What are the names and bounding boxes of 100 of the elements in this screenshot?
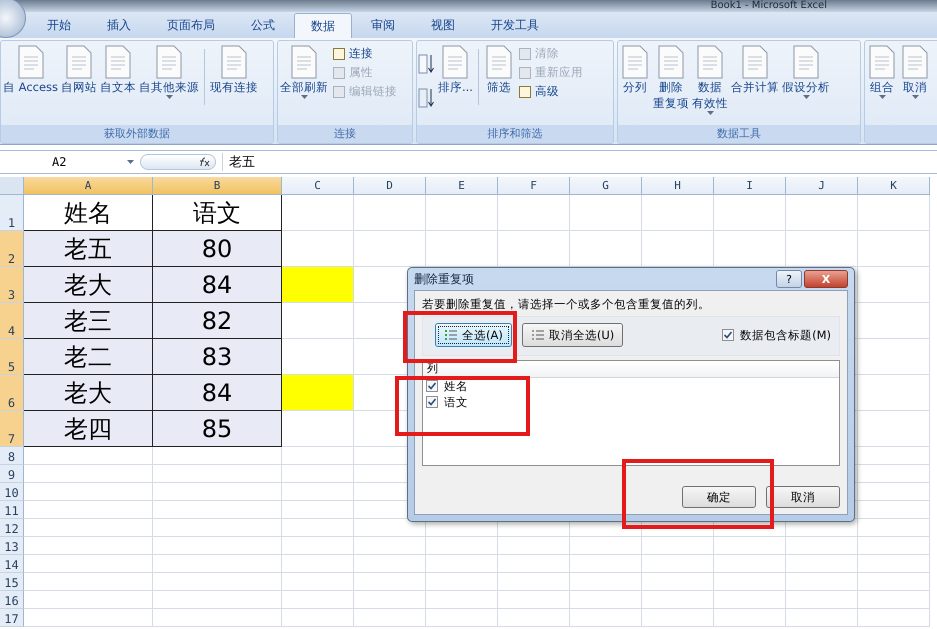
table-cell [498,573,570,591]
table-cell: 85 [153,411,282,447]
table-cell [786,609,858,627]
ribbon-tab[interactable]: 页面布局 [150,12,232,38]
help-button[interactable]: ? [776,270,802,288]
document-icon [791,45,821,79]
ribbon-button[interactable]: 删除 重复项 [652,45,690,111]
table-cell [786,591,858,609]
ribbon-small-button[interactable]: 高级 [516,83,585,100]
ribbon-tab[interactable]: 开始 [30,12,88,38]
ribbon-tab[interactable]: 数据 [294,13,352,38]
ribbon-tab[interactable]: 视图 [414,12,472,38]
column-header[interactable]: F [498,177,570,195]
row-header[interactable]: 14 [0,555,24,573]
row-header[interactable]: 11 [0,501,24,519]
checked-checkbox[interactable] [722,329,734,341]
table-cell: 老二 [24,339,153,375]
column-header[interactable]: H [642,177,714,195]
column-header[interactable]: I [714,177,786,195]
ribbon-tab[interactable]: 审阅 [354,12,412,38]
table-cell: 82 [153,303,282,339]
table-cell [714,573,786,591]
unselect-all-button[interactable]: 取消全选(U) [522,323,624,347]
name-box[interactable]: A2 [0,153,140,171]
row-header[interactable]: 9 [0,465,24,483]
caret-icon [127,160,134,164]
table-cell [570,609,642,627]
ribbon-small-button[interactable]: 连接 [330,45,399,62]
row-header[interactable]: 7 [0,411,24,447]
table-cell [858,411,930,447]
row-header[interactable]: 1 [0,195,24,231]
row-header[interactable]: 3 [0,267,24,303]
table-cell [858,375,930,411]
row-header[interactable]: 15 [0,573,24,591]
list-item[interactable]: 姓名 [444,378,468,394]
checkbox-label: 数据包含标题(M) [740,328,831,342]
ribbon-tab[interactable]: 插入 [90,12,148,38]
row-header[interactable]: 16 [0,591,24,609]
ribbon-button[interactable]: 取消 [899,45,931,99]
ribbon-button[interactable]: 数据 有效性 [691,45,729,115]
checked-checkbox[interactable] [426,396,438,408]
table-cell [354,609,426,627]
row-header[interactable]: 17 [0,609,24,627]
ribbon-button[interactable]: 自其他来源 [138,45,200,99]
table-cell [570,231,642,267]
table-cell [570,573,642,591]
ribbon-button[interactable]: 分列 [619,45,651,95]
column-header[interactable]: A [24,177,153,195]
list-item[interactable]: 语文 [444,394,468,410]
ribbon-tab[interactable]: 开发工具 [474,12,556,38]
table-cell [642,573,714,591]
row-header[interactable]: 4 [0,303,24,339]
row-header[interactable]: 13 [0,537,24,555]
ribbon-tab[interactable]: 公式 [234,12,292,38]
formula-value[interactable]: 老五 [222,153,255,171]
function-icon [197,157,211,167]
column-header[interactable]: K [858,177,930,195]
ribbon-button[interactable]: 自文本 [99,45,138,95]
column-header[interactable]: E [426,177,498,195]
row-header[interactable]: 10 [0,483,24,501]
instruction-text: 若要删除重复值，请选择一个或多个包含重复值的列。 [422,297,711,312]
column-header[interactable]: C [282,177,354,195]
ribbon-button[interactable]: 合并计算 [730,45,780,95]
caret-icon [912,95,918,99]
row-header[interactable]: 8 [0,447,24,465]
column-header[interactable]: D [354,177,426,195]
table-cell [858,231,930,267]
row-header[interactable]: 6 [0,375,24,411]
list-header: 列 [427,362,438,375]
table-cell [858,555,930,573]
document-icon [289,45,319,79]
column-header[interactable]: J [786,177,858,195]
table-cell [858,501,930,519]
select-all-button[interactable]: 全选(A) [435,323,512,347]
table-cell [858,465,930,483]
ribbon-button[interactable]: 组合 [866,45,898,99]
cancel-button[interactable]: 取消 [766,486,840,508]
ribbon-button[interactable]: 自网站 [60,45,98,95]
row-header[interactable]: 5 [0,339,24,375]
row-header[interactable]: 12 [0,519,24,537]
ok-button[interactable]: 确定 [682,486,756,508]
ribbon-button[interactable]: 全部刷新 [279,45,329,99]
group-label: 数据工具 [618,125,860,143]
table-cell [570,537,642,555]
fx-field[interactable] [140,154,216,170]
row-header[interactable]: 2 [0,231,24,267]
table-cell [570,195,642,231]
group-label: 连接 [278,125,412,143]
ribbon-button[interactable]: 自 Access [2,45,60,95]
sort-icon[interactable] [418,87,436,109]
sort-icon[interactable] [418,53,436,75]
column-header[interactable]: B [153,177,282,195]
checked-checkbox[interactable] [426,380,438,392]
ribbon-button[interactable]: 筛选 [482,45,515,95]
column-header[interactable]: G [570,177,642,195]
ribbon-button[interactable]: 排序... [437,45,474,95]
ribbon-button[interactable]: 假设分析 [781,45,831,99]
table-cell: 老大 [24,267,153,303]
ribbon-button[interactable]: 现有连接 [209,45,260,95]
table-cell [858,519,930,537]
